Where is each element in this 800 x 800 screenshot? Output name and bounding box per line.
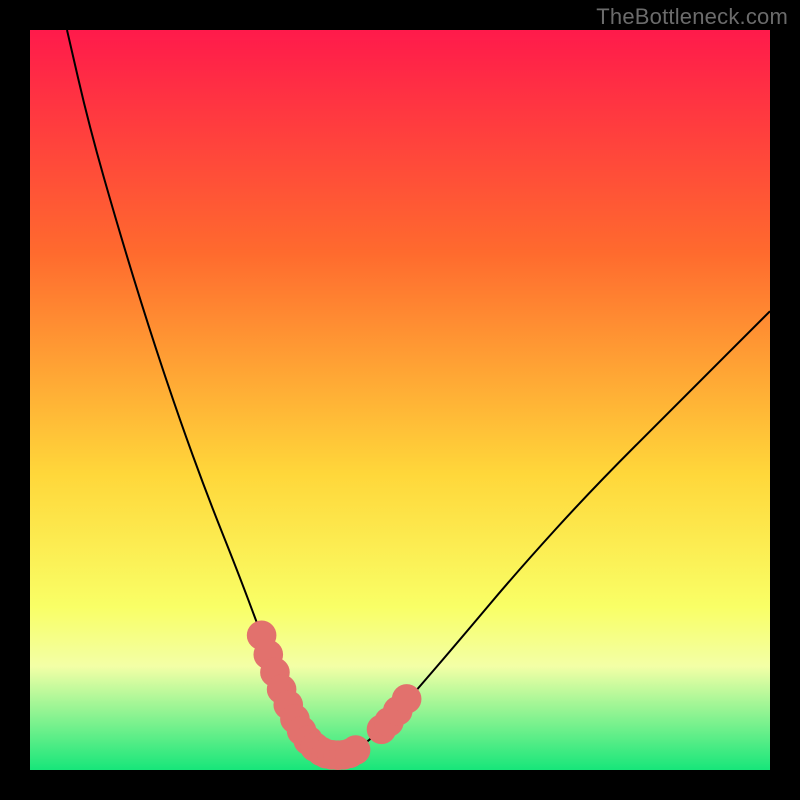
marker-dot: [392, 684, 422, 714]
marker-dot: [341, 735, 371, 765]
bottleneck-chart: [30, 30, 770, 770]
credit-text: TheBottleneck.com: [596, 4, 788, 30]
gradient-background: [30, 30, 770, 770]
chart-stage: TheBottleneck.com: [0, 0, 800, 800]
